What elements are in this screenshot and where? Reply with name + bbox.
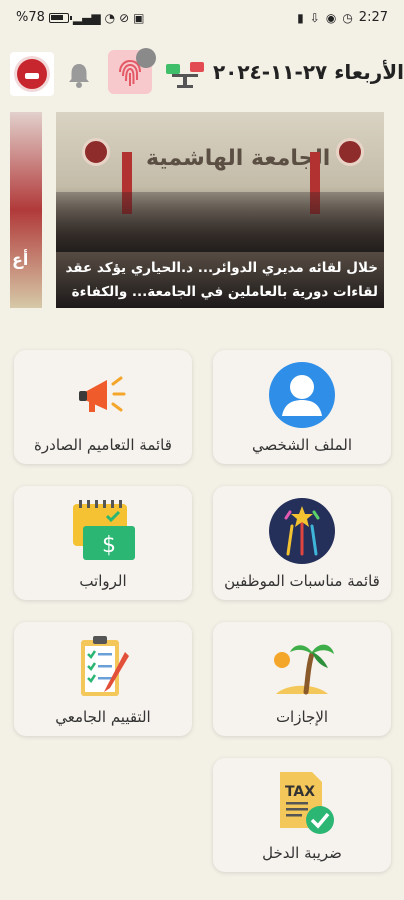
megaphone-icon: [79, 376, 126, 412]
status-bar: %78 ▂▄▆ ◔ ⊘ ▣ ▮ ⇩ ◉ ◷ 2:27: [0, 0, 404, 38]
menu-card-circulars[interactable]: قائمة التعاميم الصادرة: [14, 350, 192, 464]
menu-card-label: ضريبة الدخل: [262, 844, 342, 862]
fireworks-icon: [269, 498, 335, 564]
battery-percent: %78: [16, 10, 45, 25]
fingerprint-status-dot: [136, 48, 156, 68]
news-caption: خلال لقائه مديري الدوائر... د.الحياري يؤ…: [65, 260, 379, 300]
notifications-bell-icon[interactable]: [64, 60, 94, 90]
mute-icon: ⊘: [119, 10, 130, 25]
battery-icon: [48, 12, 72, 23]
app-notification-icon: ▮: [297, 10, 304, 25]
menu-card-university-evaluation[interactable]: التقييم الجامعي: [14, 622, 192, 736]
menu-card-leaves[interactable]: الإجازات: [213, 622, 391, 736]
menu-card-label: قائمة التعاميم الصادرة: [34, 436, 172, 454]
checklist-icon: [81, 636, 129, 696]
current-date: الأربعاء ٢٧-١١-٢٠٢٤: [212, 60, 404, 84]
svg-text:$: $: [102, 533, 116, 558]
wifi-icon: ◔: [104, 10, 116, 25]
whatsapp-icon: ◉: [325, 10, 337, 25]
menu-card-label: الرواتب: [79, 572, 127, 590]
banner-emblem-icon: [82, 138, 110, 166]
download-icon: ⇩: [309, 10, 320, 25]
menu-card-label: الإجازات: [275, 708, 329, 726]
clock: 2:27: [358, 10, 388, 25]
menu-card-label: قائمة مناسبات الموظفين: [224, 572, 380, 590]
app-header: الأربعاء ٢٧-١١-٢٠٢٤: [0, 46, 404, 102]
menu-card-employee-occasions[interactable]: قائمة مناسبات الموظفين: [213, 486, 391, 600]
banner-emblem-icon: [336, 138, 364, 166]
carousel-slide-current[interactable]: الجامعة الهاشمية خلال لقائه مديري الدوائ…: [56, 112, 384, 308]
banner-university-name: الجامعة الهاشمية: [146, 146, 331, 171]
menu-card-income-tax[interactable]: TAX ضريبة الدخل: [213, 758, 391, 872]
alarm-icon: ◷: [342, 10, 353, 25]
logo-emblem-icon: [14, 56, 50, 92]
previous-slide-text: أع: [12, 250, 29, 269]
carousel-slide-previous[interactable]: أع: [10, 112, 42, 308]
news-carousel[interactable]: أع الجامعة الهاشمية خلال لقائه مديري الد…: [0, 108, 404, 308]
menu-card-profile[interactable]: الملف الشخصي: [213, 350, 391, 464]
status-right: ▮ ⇩ ◉ ◷ 2:27: [297, 10, 388, 25]
tax-icon: TAX: [280, 772, 334, 834]
palm-tree-icon: [274, 644, 334, 695]
svg-text:TAX: TAX: [285, 784, 315, 800]
menu-card-salaries[interactable]: $ الرواتب: [14, 486, 192, 600]
meeting-photo: [56, 192, 384, 252]
fingerprint-attendance-button[interactable]: [108, 48, 156, 94]
status-left: %78 ▂▄▆ ◔ ⊘ ▣: [16, 10, 144, 25]
balance-scale-icon[interactable]: [162, 56, 208, 90]
nfc-icon: ▣: [133, 10, 145, 25]
menu-card-label: الملف الشخصي: [252, 436, 352, 454]
university-logo[interactable]: [10, 52, 54, 96]
profile-icon: [269, 362, 335, 428]
menu-card-label: التقييم الجامعي: [55, 708, 151, 726]
signal-icon: ▂▄▆: [72, 10, 101, 25]
salary-calendar-icon: $: [73, 500, 135, 560]
